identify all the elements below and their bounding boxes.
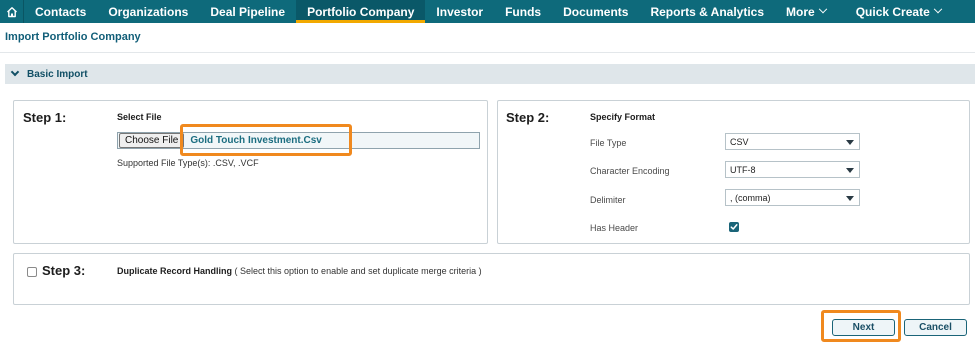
nav-funds-label: Funds — [505, 4, 542, 19]
nav-quick-create[interactable]: Quick Create — [845, 0, 952, 23]
character-encoding-select[interactable]: UTF-8 — [725, 161, 860, 178]
dropdown-arrow-icon — [846, 168, 854, 173]
step1-label: Step 1: — [23, 110, 67, 125]
nav-contacts-label: Contacts — [35, 4, 87, 19]
nav-contacts[interactable]: Contacts — [24, 0, 97, 23]
nav-more[interactable]: More — [775, 0, 837, 23]
nav-portfolio-company-label: Portfolio Company — [307, 4, 415, 19]
nav-reports-analytics-label: Reports & Analytics — [650, 4, 765, 19]
top-navigation: Contacts Organizations Deal Pipeline Por… — [0, 0, 975, 23]
file-type-select[interactable]: CSV — [725, 133, 860, 150]
delimiter-select[interactable]: , (comma) — [725, 189, 860, 206]
choose-file-button[interactable]: Choose File — [119, 133, 185, 148]
home-button[interactable] — [0, 0, 24, 23]
delimiter-value: , (comma) — [730, 192, 771, 203]
nav-deal-pipeline[interactable]: Deal Pipeline — [199, 0, 296, 23]
nav-organizations-label: Organizations — [108, 4, 189, 19]
section-label: Basic Import — [27, 68, 88, 80]
step3-panel: Step 3: Duplicate Record Handling ( Sele… — [13, 253, 970, 305]
step3-label: Step 3: — [42, 263, 86, 278]
nav-funds[interactable]: Funds — [494, 0, 552, 23]
nav-portfolio-company[interactable]: Portfolio Company — [296, 0, 426, 23]
chevron-down-icon — [10, 67, 20, 77]
nav-organizations[interactable]: Organizations — [97, 0, 199, 23]
supported-file-types: Supported File Type(s): .CSV, .VCF — [117, 158, 259, 168]
step1-heading: Select File — [117, 112, 162, 122]
dropdown-arrow-icon — [846, 140, 854, 145]
step3-description-row: Duplicate Record Handling ( Select this … — [117, 266, 482, 276]
file-name-highlight — [180, 124, 352, 156]
step3-heading: Duplicate Record Handling — [117, 266, 233, 276]
step2-label: Step 2: — [506, 110, 550, 125]
file-type-label: File Type — [590, 138, 627, 148]
duplicate-handling-checkbox[interactable] — [27, 267, 37, 277]
step1-panel: Step 1: Select File Choose File Gold Tou… — [13, 100, 488, 244]
file-type-value: CSV — [730, 136, 749, 147]
nav-documents-label: Documents — [563, 4, 629, 19]
cancel-button[interactable]: Cancel — [904, 319, 967, 336]
has-header-checkbox[interactable] — [729, 222, 739, 232]
delimiter-label: Delimiter — [590, 195, 626, 205]
page-title: Import Portfolio Company — [5, 31, 141, 43]
has-header-label: Has Header — [590, 223, 639, 233]
checkmark-icon — [730, 224, 738, 230]
nav-more-label: More — [786, 4, 815, 19]
nav-reports-analytics[interactable]: Reports & Analytics — [639, 0, 775, 23]
chevron-down-icon — [933, 4, 942, 13]
nav-quick-create-label: Quick Create — [855, 4, 930, 19]
dropdown-arrow-icon — [846, 196, 854, 201]
step2-heading: Specify Format — [590, 112, 656, 122]
character-encoding-label: Character Encoding — [590, 166, 670, 176]
nav-documents[interactable]: Documents — [552, 0, 639, 23]
chevron-down-icon — [818, 4, 827, 13]
next-button-highlight — [821, 310, 901, 342]
nav-deal-pipeline-label: Deal Pipeline — [210, 4, 286, 19]
nav-investor[interactable]: Investor — [425, 0, 494, 23]
step2-panel: Step 2: Specify Format File Type CSV Cha… — [497, 100, 970, 244]
basic-import-section-toggle[interactable]: Basic Import — [5, 64, 975, 84]
title-divider — [0, 52, 975, 53]
nav-investor-label: Investor — [436, 4, 484, 19]
step3-description: ( Select this option to enable and set d… — [232, 266, 482, 276]
home-icon — [6, 6, 17, 17]
character-encoding-value: UTF-8 — [730, 164, 756, 175]
